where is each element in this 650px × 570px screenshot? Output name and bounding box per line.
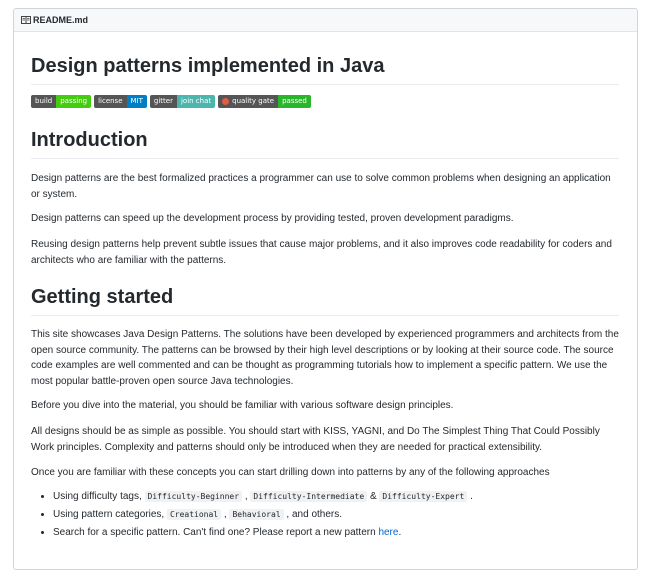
intro-paragraph-1: Design patterns are the best formalized …	[31, 173, 611, 200]
difficulty-expert-tag: Difficulty-Expert	[379, 491, 468, 502]
report-pattern-link[interactable]: here	[378, 527, 398, 538]
build-badge[interactable]: build passing	[31, 95, 92, 108]
list-item: Using pattern categories, Creational , B…	[53, 506, 637, 524]
quality-gate-value: passed	[278, 95, 311, 108]
difficulty-intermediate-tag: Difficulty-Intermediate	[250, 491, 368, 502]
approaches-list: Using difficulty tags, Difficulty-Beginn…	[31, 488, 637, 542]
gitter-badge-label: gitter	[149, 95, 177, 108]
badge-row: build passing license MIT gitter join ch…	[31, 95, 311, 108]
file-header: README.md	[14, 9, 637, 32]
getting-started-paragraph-1: This site showcases Java Design Patterns…	[31, 329, 619, 387]
getting-started-paragraph-4: Once you are familiar with these concept…	[31, 467, 550, 478]
gitter-badge-value: join chat	[176, 95, 216, 108]
difficulty-beginner-tag: Difficulty-Beginner	[144, 491, 243, 502]
readme-panel: README.md Design patterns implemented in…	[13, 8, 638, 570]
book-icon	[21, 15, 31, 25]
license-badge[interactable]: license MIT	[94, 95, 147, 108]
intro-paragraph-3: Reusing design patterns help prevent sub…	[31, 239, 612, 266]
gitter-badge[interactable]: gitter join chat	[149, 95, 216, 108]
build-badge-value: passing	[56, 95, 92, 108]
behavioral-tag: Behavioral	[229, 509, 284, 520]
list-item: Using difficulty tags, Difficulty-Beginn…	[53, 488, 637, 506]
page-title: Design patterns implemented in Java	[31, 54, 619, 85]
introduction-heading: Introduction	[31, 128, 619, 159]
build-badge-label: build	[31, 95, 57, 108]
getting-started-heading: Getting started	[31, 285, 619, 316]
license-badge-label: license	[94, 95, 127, 108]
intro-paragraph-2: Design patterns can speed up the develop…	[31, 213, 514, 224]
sonar-icon	[222, 98, 230, 105]
quality-gate-label: quality gate	[232, 97, 275, 105]
list-item: Search for a specific pattern. Can't fin…	[53, 524, 637, 542]
quality-gate-badge[interactable]: quality gate passed	[218, 95, 311, 108]
getting-started-paragraph-2: Before you dive into the material, you s…	[31, 400, 454, 411]
license-badge-value: MIT	[126, 95, 147, 108]
creational-tag: Creational	[166, 509, 222, 520]
file-name: README.md	[33, 15, 89, 25]
getting-started-paragraph-3: All designs should be as simple as possi…	[31, 426, 600, 453]
